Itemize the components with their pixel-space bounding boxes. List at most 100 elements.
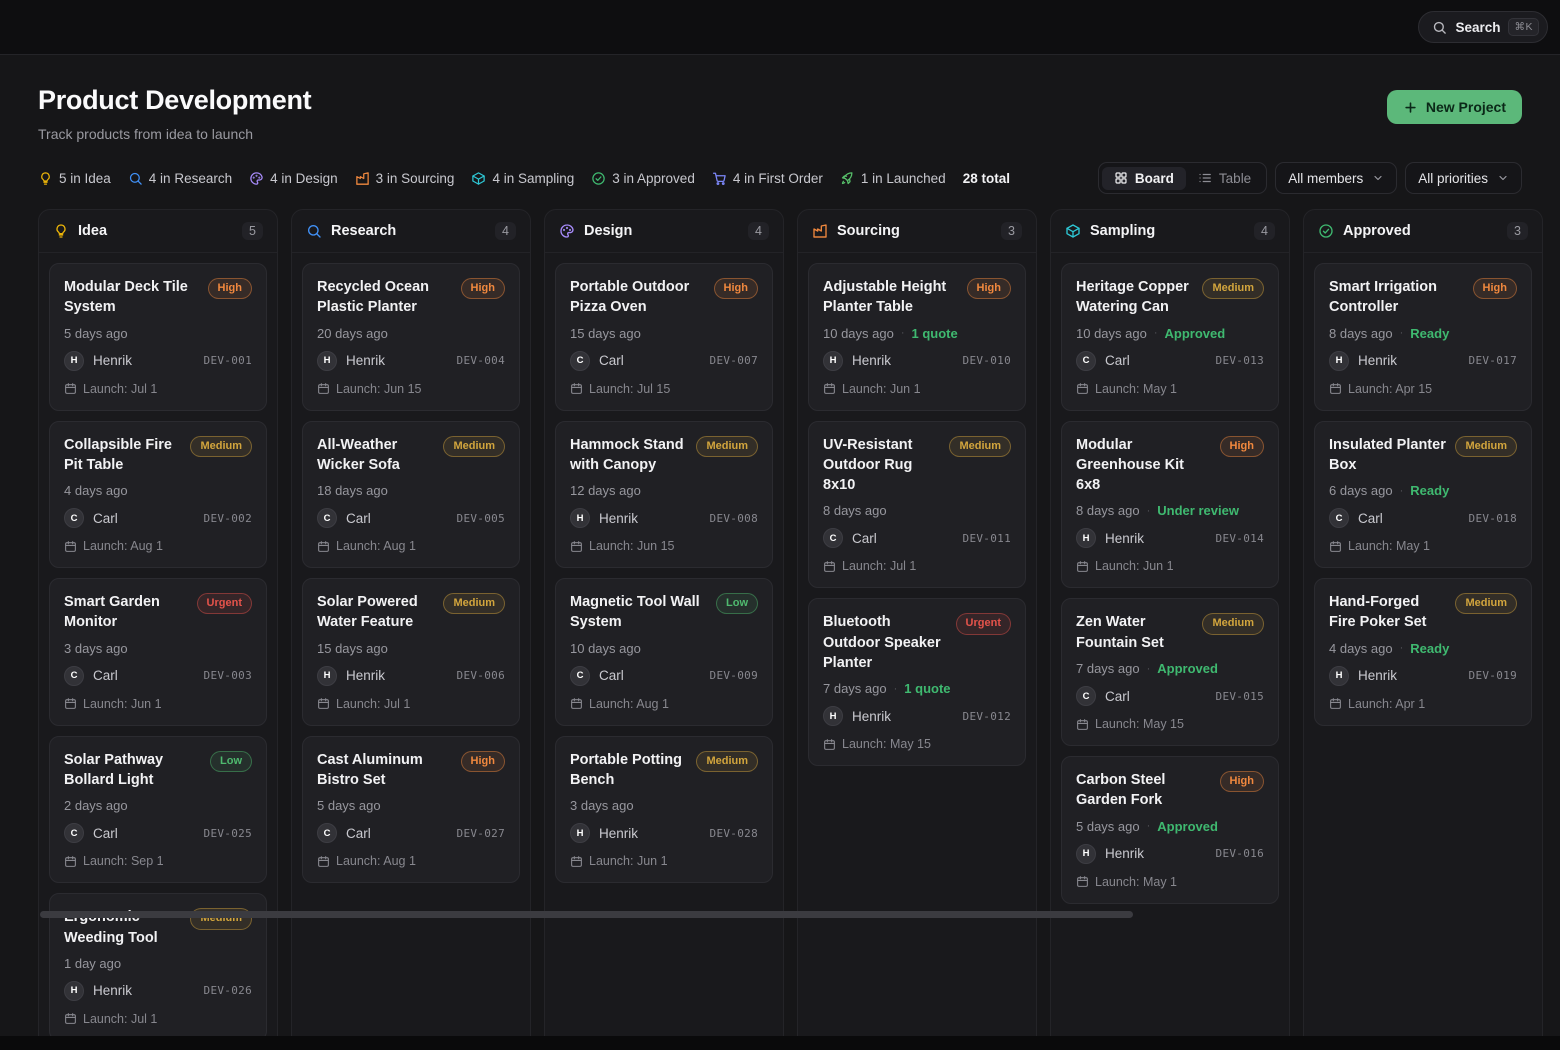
board-view-label: Board: [1135, 171, 1174, 186]
priority-badge: Medium: [1455, 593, 1517, 614]
board-column: Approved 3 Smart Irrigation Controller H…: [1303, 209, 1543, 1050]
assignee-name: Henrik: [599, 511, 701, 526]
assignee-name: Henrik: [1358, 353, 1460, 368]
project-card[interactable]: Smart Garden Monitor Urgent 3 days ago C…: [49, 578, 267, 726]
project-card[interactable]: Hand-Forged Fire Poker Set Medium 4 days…: [1314, 578, 1532, 726]
project-card[interactable]: All-Weather Wicker Sofa Medium 18 days a…: [302, 421, 520, 569]
project-card[interactable]: Cast Aluminum Bistro Set High 5 days ago…: [302, 736, 520, 884]
card-title: Recycled Ocean Plastic Planter: [317, 277, 453, 318]
project-card[interactable]: Smart Irrigation Controller High 8 days …: [1314, 263, 1532, 411]
project-card[interactable]: Insulated Planter Box Medium 6 days ago …: [1314, 421, 1532, 569]
project-card[interactable]: Adjustable Height Planter Table High 10 …: [808, 263, 1026, 411]
calendar-icon: [64, 1012, 77, 1025]
calendar-icon: [64, 540, 77, 553]
stat-label: 4 in First Order: [733, 171, 823, 186]
stat-label: 4 in Research: [149, 171, 232, 186]
calendar-icon: [823, 560, 836, 573]
meta-separator: ·: [1147, 663, 1151, 675]
avatar: H: [823, 351, 843, 371]
avatar: H: [64, 351, 84, 371]
priority-badge: Urgent: [956, 613, 1011, 634]
project-card[interactable]: Magnetic Tool Wall System Low 10 days ag…: [555, 578, 773, 726]
assignee-name: Carl: [346, 826, 448, 841]
launch-date: Launch: Aug 1: [83, 539, 163, 553]
assignee-name: Carl: [93, 826, 195, 841]
project-card[interactable]: Hammock Stand with Canopy Medium 12 days…: [555, 421, 773, 569]
column-header: Sourcing 3: [798, 210, 1036, 253]
board-view-button[interactable]: Board: [1102, 167, 1186, 190]
new-project-label: New Project: [1426, 99, 1506, 115]
card-age: 5 days ago: [1076, 819, 1140, 834]
stat-item: 4 in Design: [249, 171, 338, 186]
priorities-filter-dropdown[interactable]: All priorities: [1405, 162, 1522, 194]
factory-icon: [355, 171, 370, 186]
table-view-button[interactable]: Table: [1186, 167, 1263, 190]
priority-badge: High: [208, 278, 252, 299]
card-title: Collapsible Fire Pit Table: [64, 435, 182, 476]
launch-date: Launch: Aug 1: [336, 539, 416, 553]
card-title: Zen Water Fountain Set: [1076, 612, 1194, 653]
launch-date: Launch: May 15: [842, 737, 931, 751]
assignee-name: Carl: [599, 353, 701, 368]
project-card[interactable]: Carbon Steel Garden Fork High 5 days ago…: [1061, 756, 1279, 904]
card-age: 1 day ago: [64, 956, 121, 971]
project-card[interactable]: Portable Outdoor Pizza Oven High 15 days…: [555, 263, 773, 411]
launch-date: Launch: May 15: [1095, 717, 1184, 731]
assignee-name: Henrik: [1105, 846, 1207, 861]
priority-badge: High: [1473, 278, 1517, 299]
assignee-name: Carl: [1358, 511, 1460, 526]
calendar-icon: [1076, 382, 1089, 395]
column-header: Approved 3: [1304, 210, 1542, 253]
calendar-icon: [317, 697, 330, 710]
project-card[interactable]: Portable Potting Bench Medium 3 days ago…: [555, 736, 773, 884]
scrollbar-thumb[interactable]: [40, 911, 1133, 918]
project-card[interactable]: Recycled Ocean Plastic Planter High 20 d…: [302, 263, 520, 411]
avatar: H: [1076, 528, 1096, 548]
card-id: DEV-013: [1216, 354, 1264, 367]
card-age: 7 days ago: [1076, 661, 1140, 676]
project-card[interactable]: Modular Greenhouse Kit 6x8 High 8 days a…: [1061, 421, 1279, 589]
project-card[interactable]: Modular Deck Tile System High 5 days ago…: [49, 263, 267, 411]
project-card[interactable]: Heritage Copper Watering Can Medium 10 d…: [1061, 263, 1279, 411]
card-title: Carbon Steel Garden Fork: [1076, 770, 1212, 811]
card-id: DEV-028: [710, 827, 758, 840]
priority-badge: Medium: [949, 436, 1011, 457]
project-card[interactable]: Solar Powered Water Feature Medium 15 da…: [302, 578, 520, 726]
launch-date: Launch: Jul 1: [842, 559, 916, 573]
meta-separator: ·: [1400, 485, 1404, 497]
palette-icon: [559, 223, 575, 239]
members-filter-dropdown[interactable]: All members: [1275, 162, 1397, 194]
card-id: DEV-006: [457, 669, 505, 682]
card-id: DEV-002: [204, 512, 252, 525]
stat-item: 1 in Launched: [840, 171, 946, 186]
search-shortcut-badge: ⌘K: [1508, 18, 1539, 36]
stat-label: 4 in Sampling: [492, 171, 574, 186]
column-header: Idea 5: [39, 210, 277, 253]
project-card[interactable]: UV-Resistant Outdoor Rug 8x10 Medium 8 d…: [808, 421, 1026, 589]
priority-badge: High: [1220, 436, 1264, 457]
launch-date: Launch: Apr 15: [1348, 382, 1432, 396]
card-id: DEV-017: [1469, 354, 1517, 367]
card-status: Ready: [1410, 641, 1449, 656]
card-id: DEV-005: [457, 512, 505, 525]
calendar-icon: [570, 540, 583, 553]
new-project-button[interactable]: New Project: [1387, 90, 1522, 124]
launch-date: Launch: May 1: [1095, 875, 1177, 889]
card-id: DEV-011: [963, 532, 1011, 545]
card-title: Adjustable Height Planter Table: [823, 277, 959, 318]
priority-badge: Medium: [1202, 278, 1264, 299]
project-card[interactable]: Collapsible Fire Pit Table Medium 4 days…: [49, 421, 267, 569]
assignee-name: Carl: [1105, 353, 1207, 368]
project-card[interactable]: Bluetooth Outdoor Speaker Planter Urgent…: [808, 598, 1026, 766]
card-age: 4 days ago: [64, 483, 128, 498]
project-card[interactable]: Solar Pathway Bollard Light Low 2 days a…: [49, 736, 267, 884]
column-title: Sampling: [1090, 223, 1245, 239]
assignee-name: Henrik: [93, 983, 195, 998]
project-card[interactable]: Zen Water Fountain Set Medium 7 days ago…: [1061, 598, 1279, 746]
card-title: Insulated Planter Box: [1329, 435, 1447, 476]
card-id: DEV-025: [204, 827, 252, 840]
card-age: 5 days ago: [317, 798, 381, 813]
search-button[interactable]: Search ⌘K: [1418, 11, 1548, 43]
pipeline-stats: 5 in Idea 4 in Research 4 in Design 3 in…: [38, 171, 1010, 186]
launch-date: Launch: Jul 1: [83, 382, 157, 396]
